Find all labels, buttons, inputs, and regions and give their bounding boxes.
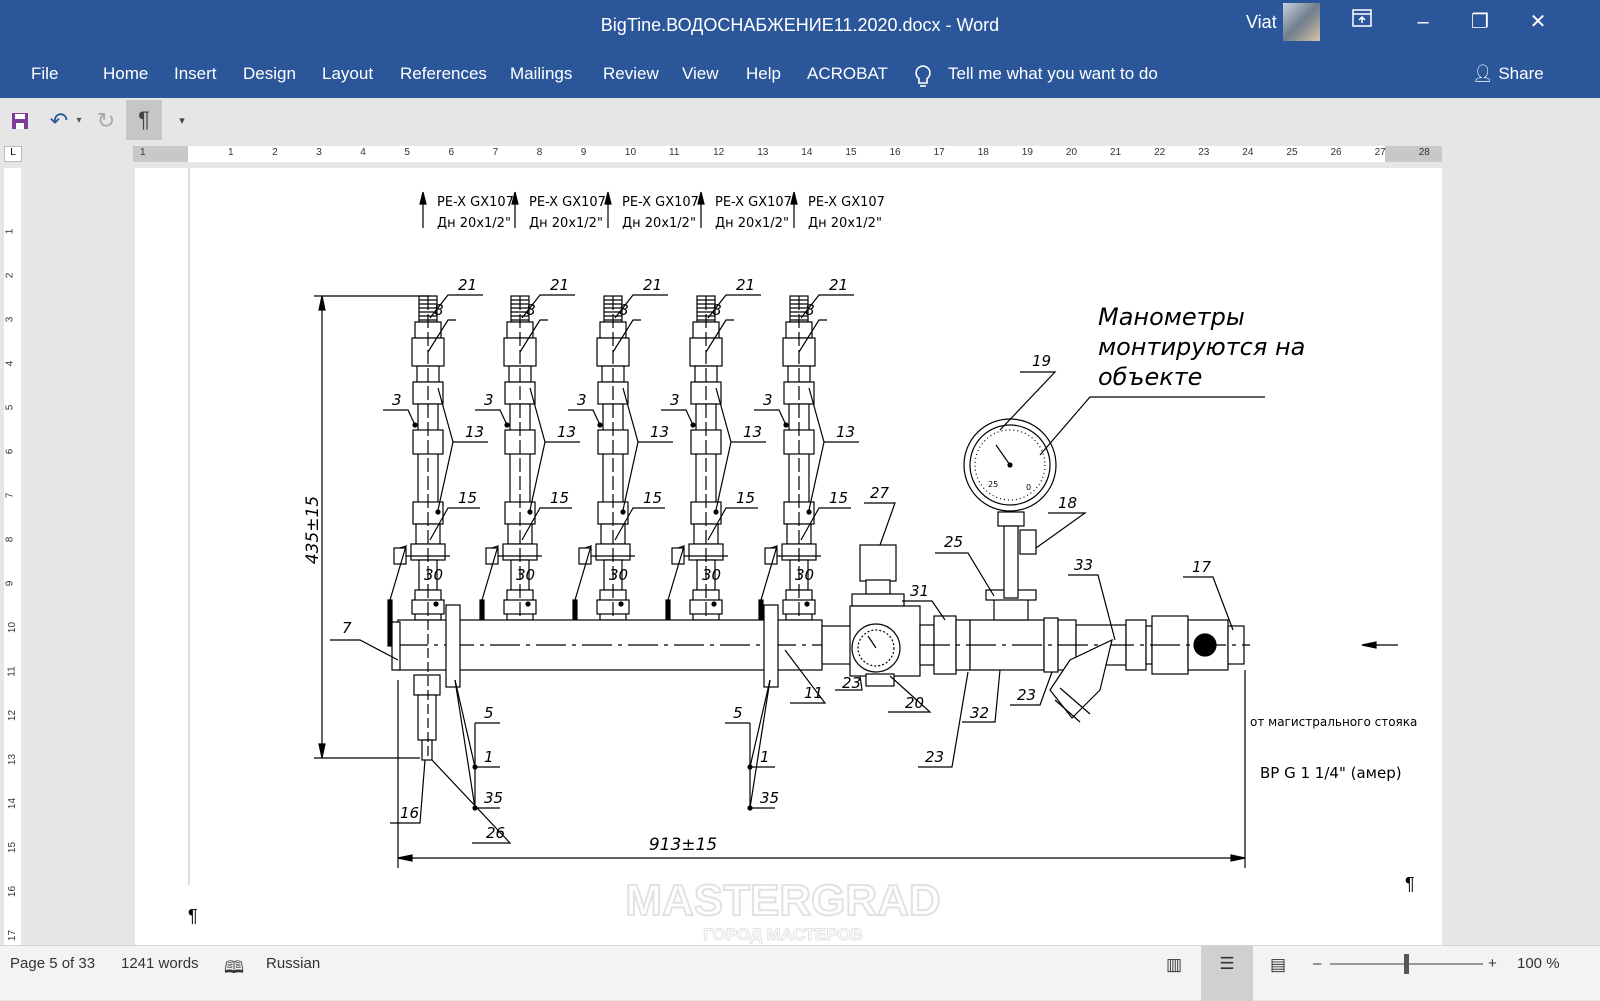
zoom-level[interactable]: 100 % — [1517, 955, 1560, 972]
ruler-tick: 17 — [7, 929, 19, 942]
tab-file[interactable]: File — [31, 64, 58, 84]
ruler-tick: 15 — [7, 841, 19, 854]
restore-button[interactable]: ❐ — [1465, 8, 1495, 36]
ruler-tick: 13 — [7, 753, 19, 766]
ruler-tick: 1 — [140, 147, 146, 158]
ruler-tick: 15 — [845, 147, 857, 158]
page-count[interactable]: Page 5 of 33 — [10, 955, 95, 972]
undo-icon[interactable]: ↶ — [46, 104, 72, 138]
ruler-tick: 12 — [7, 709, 19, 722]
proofing-icon[interactable]: 🕮︎ — [224, 955, 244, 984]
ruler-tick: 6 — [4, 448, 16, 455]
person-icon: 👤︎ — [1472, 64, 1494, 83]
ruler-tick: 3 — [4, 316, 16, 323]
ribbon-display-icon[interactable] — [1347, 8, 1377, 36]
ruler-tick: 2 — [272, 147, 278, 158]
tab-acrobat[interactable]: ACROBAT — [807, 64, 888, 84]
ruler-tick: 11 — [6, 666, 18, 677]
ruler-tick: 9 — [580, 147, 587, 158]
ruler-tick: 22 — [1154, 147, 1166, 158]
ruler-tick: 27 — [1374, 147, 1386, 158]
quick-access-toolbar: ↶ ▾ ↻ ¶ ▾ — [0, 98, 1600, 142]
tab-help[interactable]: Help — [746, 64, 781, 84]
tab-review[interactable]: Review — [603, 64, 659, 84]
ruler-tick: 14 — [801, 147, 813, 158]
vertical-ruler[interactable]: 1 2 3 4 5 6 7 8 9 10 11 12 13 14 15 16 17 — [4, 168, 21, 945]
ruler-tick: 20 — [1065, 147, 1078, 158]
word-count[interactable]: 1241 words — [121, 955, 199, 972]
title-bar: BigTine.ВОДОСНАБЖЕНИЕ11.2020.docx - Word… — [0, 0, 1600, 98]
horizontal-ruler[interactable]: 1 1 2 3 4 5 6 7 8 9 10 11 12 13 14 15 16 17 18 19 20 21 22 23 24… — [133, 146, 1442, 162]
ruler-tick: 5 — [4, 404, 16, 411]
ruler-tick: 13 — [757, 147, 769, 158]
ruler-tick: 1 — [4, 228, 16, 235]
ruler-tick: 12 — [713, 147, 725, 158]
ruler-tick: 16 — [7, 885, 19, 898]
ruler-tick: 26 — [1330, 147, 1342, 158]
share-label: Share — [1498, 64, 1544, 83]
minimize-button[interactable]: – — [1408, 8, 1438, 36]
ruler-tick: 18 — [977, 147, 989, 158]
tab-mailings[interactable]: Mailings — [510, 64, 572, 84]
zoom-out-button[interactable]: – — [1313, 955, 1321, 972]
print-layout-icon[interactable]: ☰ — [1201, 946, 1253, 1001]
ruler-tick: 8 — [4, 536, 16, 543]
ruler-tick: 3 — [316, 147, 322, 158]
read-mode-icon[interactable]: ▥ — [1166, 955, 1182, 975]
save-icon[interactable] — [8, 104, 32, 138]
ruler-tick: 25 — [1286, 147, 1298, 158]
customize-qat-icon[interactable]: ▾ — [175, 104, 189, 138]
ruler-tick: 2 — [4, 272, 16, 279]
ruler-tick: 24 — [1242, 147, 1254, 158]
ruler-tick: 7 — [4, 492, 16, 499]
language[interactable]: Russian — [266, 955, 320, 972]
show-formatting-button[interactable]: ¶ — [126, 100, 162, 140]
tab-references[interactable]: References — [400, 64, 487, 84]
ruler-tick: 28 — [1418, 147, 1430, 158]
lightbulb-icon[interactable] — [913, 64, 933, 95]
ruler-tick: 4 — [360, 147, 366, 158]
ruler-tick: 10 — [624, 147, 637, 158]
document-page[interactable] — [135, 168, 1442, 945]
tab-layout[interactable]: Layout — [322, 64, 373, 84]
tab-home[interactable]: Home — [103, 64, 148, 84]
tab-view[interactable]: View — [682, 64, 719, 84]
web-layout-icon[interactable]: ▤ — [1270, 955, 1286, 975]
ruler-tick: 7 — [492, 147, 499, 158]
ruler-tick: 23 — [1198, 147, 1210, 158]
tell-me-search[interactable]: Tell me what you want to do — [948, 64, 1158, 84]
share-button[interactable]: 👤︎ Share — [1472, 64, 1544, 84]
ruler-tick: 1 — [228, 147, 234, 158]
status-bar: Page 5 of 33 1241 words 🕮︎ Russian ▥ ☰ ▤… — [0, 945, 1600, 1001]
ruler-tick: 10 — [7, 621, 19, 634]
ruler-tick: 21 — [1110, 147, 1122, 158]
ruler-tick: 19 — [1021, 147, 1033, 158]
ruler-tick: 16 — [889, 147, 901, 158]
avatar[interactable] — [1283, 3, 1320, 41]
redo-icon[interactable]: ↻ — [93, 104, 119, 138]
zoom-slider-thumb[interactable] — [1404, 954, 1409, 974]
ruler-tick: 5 — [404, 147, 410, 158]
tab-insert[interactable]: Insert — [174, 64, 217, 84]
tab-selector[interactable]: L — [4, 146, 22, 162]
ruler-tick: 11 — [669, 147, 680, 158]
ruler-tick: 14 — [7, 797, 19, 810]
ruler-tick: 9 — [4, 580, 16, 587]
ruler-tick: 8 — [536, 147, 543, 158]
ruler-tick: 17 — [933, 147, 945, 158]
zoom-in-button[interactable]: + — [1488, 955, 1497, 972]
close-button[interactable]: ✕ — [1523, 8, 1553, 36]
ruler-tick: 4 — [4, 360, 16, 367]
tab-design[interactable]: Design — [243, 64, 296, 84]
ruler-tick: 6 — [448, 147, 455, 158]
undo-dropdown-icon[interactable]: ▾ — [74, 104, 84, 138]
